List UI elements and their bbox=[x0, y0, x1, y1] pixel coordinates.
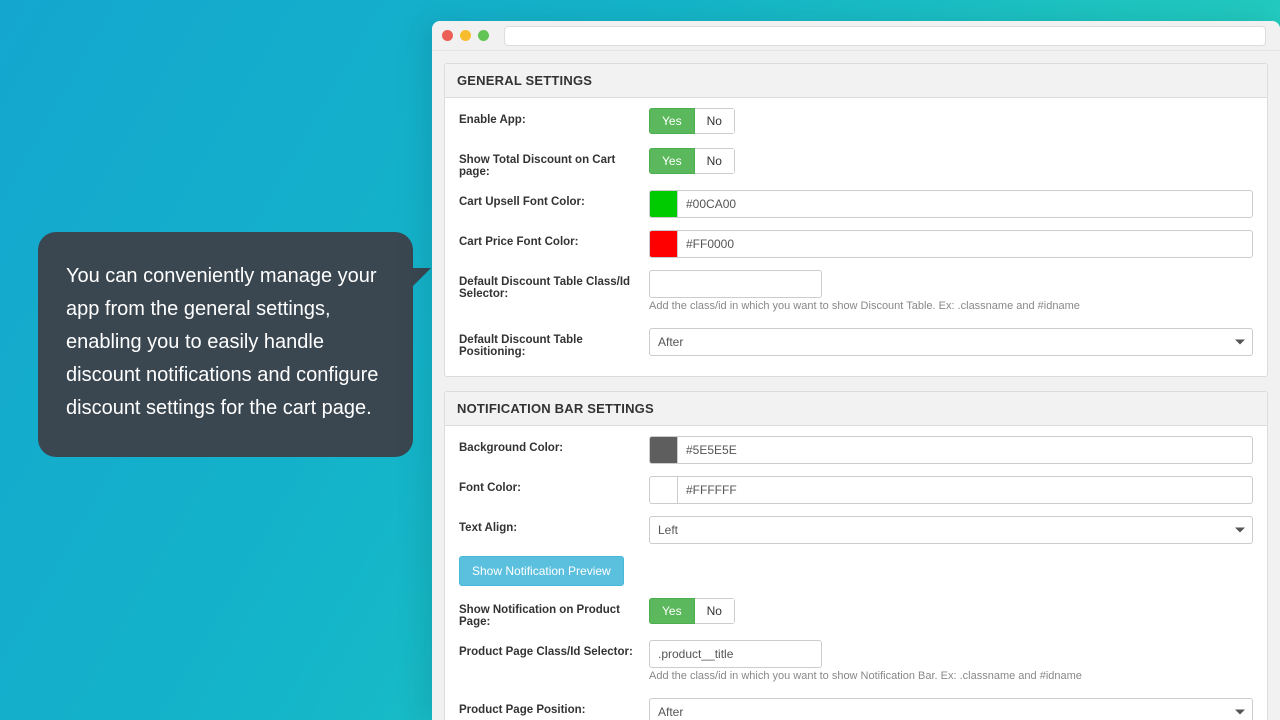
show-total-discount-label: Show Total Discount on Cart page: bbox=[459, 148, 649, 178]
product-page-selector-help: Add the class/id in which you want to sh… bbox=[649, 670, 1253, 682]
cart-price-color-swatch[interactable] bbox=[649, 230, 677, 258]
product-page-selector-label: Product Page Class/Id Selector: bbox=[459, 640, 649, 658]
product-page-position-select[interactable]: After bbox=[649, 698, 1253, 720]
enable-app-yes-button[interactable]: Yes bbox=[649, 108, 695, 134]
font-color-swatch[interactable] bbox=[649, 476, 677, 504]
cart-upsell-color-input[interactable] bbox=[677, 190, 1253, 218]
help-tooltip: You can conveniently manage your app fro… bbox=[38, 232, 413, 457]
general-settings-panel: GENERAL SETTINGS Enable App: Yes No Show… bbox=[444, 63, 1268, 377]
font-color-input[interactable] bbox=[677, 476, 1253, 504]
maximize-icon[interactable] bbox=[478, 30, 489, 41]
font-color-label: Font Color: bbox=[459, 476, 649, 494]
enable-app-toggle: Yes No bbox=[649, 108, 735, 134]
show-total-yes-button[interactable]: Yes bbox=[649, 148, 695, 174]
notification-bar-heading: NOTIFICATION BAR SETTINGS bbox=[445, 392, 1267, 426]
page-content: GENERAL SETTINGS Enable App: Yes No Show… bbox=[432, 51, 1280, 720]
background-color-swatch[interactable] bbox=[649, 436, 677, 464]
show-on-product-yes-button[interactable]: Yes bbox=[649, 598, 695, 624]
discount-table-selector-help: Add the class/id in which you want to sh… bbox=[649, 300, 1253, 312]
show-on-product-no-button[interactable]: No bbox=[695, 598, 735, 624]
window-titlebar bbox=[432, 21, 1280, 51]
discount-table-selector-label: Default Discount Table Class/Id Selector… bbox=[459, 270, 649, 300]
general-settings-heading: GENERAL SETTINGS bbox=[445, 64, 1267, 98]
notification-bar-settings-panel: NOTIFICATION BAR SETTINGS Background Col… bbox=[444, 391, 1268, 720]
show-notification-product-toggle: Yes No bbox=[649, 598, 735, 624]
tooltip-text: You can conveniently manage your app fro… bbox=[66, 265, 378, 419]
cart-upsell-color-label: Cart Upsell Font Color: bbox=[459, 190, 649, 208]
product-page-position-label: Product Page Position: bbox=[459, 698, 649, 716]
background-color-label: Background Color: bbox=[459, 436, 649, 454]
enable-app-no-button[interactable]: No bbox=[695, 108, 735, 134]
cart-upsell-color-swatch[interactable] bbox=[649, 190, 677, 218]
minimize-icon[interactable] bbox=[460, 30, 471, 41]
discount-table-selector-input[interactable] bbox=[649, 270, 822, 298]
cart-price-color-input[interactable] bbox=[677, 230, 1253, 258]
background-color-input[interactable] bbox=[677, 436, 1253, 464]
close-icon[interactable] bbox=[442, 30, 453, 41]
enable-app-label: Enable App: bbox=[459, 108, 649, 126]
text-align-label: Text Align: bbox=[459, 516, 649, 534]
discount-table-positioning-label: Default Discount Table Positioning: bbox=[459, 328, 649, 358]
show-total-no-button[interactable]: No bbox=[695, 148, 735, 174]
show-total-discount-toggle: Yes No bbox=[649, 148, 735, 174]
browser-window: GENERAL SETTINGS Enable App: Yes No Show… bbox=[432, 21, 1280, 720]
discount-table-positioning-select[interactable]: After bbox=[649, 328, 1253, 356]
show-notification-preview-button[interactable]: Show Notification Preview bbox=[459, 556, 624, 586]
cart-price-color-label: Cart Price Font Color: bbox=[459, 230, 649, 248]
address-bar[interactable] bbox=[504, 26, 1266, 46]
text-align-select[interactable]: Left bbox=[649, 516, 1253, 544]
show-notification-product-label: Show Notification on Product Page: bbox=[459, 598, 649, 628]
product-page-selector-input[interactable] bbox=[649, 640, 822, 668]
